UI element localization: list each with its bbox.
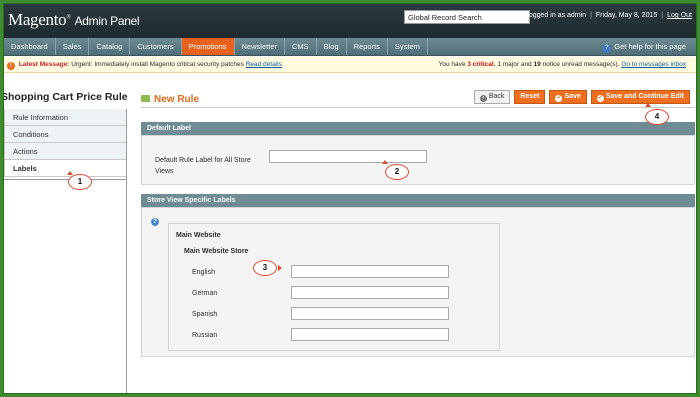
german-label-input[interactable] bbox=[291, 286, 449, 299]
callout-pointer-4 bbox=[645, 103, 651, 107]
admin-header: Magento® Admin Panel Logged in as admin|… bbox=[4, 4, 696, 38]
default-label-heading: Default Label bbox=[141, 122, 695, 135]
page-title-text: New Rule bbox=[154, 94, 200, 105]
save-button[interactable]: ✓ Save bbox=[549, 90, 587, 104]
tab-labels[interactable]: Labels bbox=[4, 160, 126, 177]
callout-4: 4 bbox=[645, 109, 669, 125]
summary-prefix: You have bbox=[438, 61, 466, 68]
latest-message-label: Latest Message: bbox=[18, 61, 70, 68]
magento-logo[interactable]: Magento® Admin Panel bbox=[8, 10, 140, 30]
callout-pointer-1 bbox=[67, 171, 73, 175]
spanish-label-input[interactable] bbox=[291, 307, 449, 320]
critical-label: critical bbox=[472, 61, 494, 68]
major-text: , 1 major and bbox=[493, 61, 532, 68]
save-check-icon: ✓ bbox=[555, 95, 563, 102]
nav-item-sales[interactable]: Sales bbox=[56, 38, 90, 55]
user-info: Logged in as admin | Friday, May 8, 2015 | L… bbox=[525, 12, 692, 19]
admin-window: Magento® Admin Panel Logged in as admin|… bbox=[3, 3, 697, 394]
page-title: New Rule bbox=[141, 94, 199, 105]
default-rule-label-caption: Default Rule Label for All Store Views bbox=[155, 157, 251, 175]
callout-pointer-2 bbox=[382, 160, 388, 164]
global-search-input[interactable] bbox=[404, 10, 530, 24]
tab-actions[interactable]: Actions bbox=[4, 143, 126, 160]
save-continue-check-icon: ✓ bbox=[596, 95, 604, 102]
separator: | bbox=[590, 12, 592, 19]
system-message-bar: ! Latest Message: Urgent: Immediately in… bbox=[4, 57, 696, 73]
language-label-spanish: Spanish bbox=[192, 311, 218, 318]
separator: | bbox=[661, 12, 664, 19]
logo-sub-text: Admin Panel bbox=[74, 14, 140, 28]
back-button[interactable]: ‹ Back bbox=[473, 90, 511, 104]
website-name: Main Website bbox=[176, 232, 221, 239]
action-buttons: ‹ Back Reset ✓ Save ✓ Save and Continue Edi… bbox=[473, 90, 690, 104]
latest-message-text: Urgent: Immediately install Magento crit… bbox=[71, 61, 244, 68]
sidebar-title: Shopping Cart Price Rule bbox=[3, 91, 128, 103]
nav-item-system[interactable]: System bbox=[388, 38, 428, 55]
content-divider bbox=[141, 107, 695, 108]
read-details-link[interactable]: Read details bbox=[246, 61, 282, 68]
save-continue-button[interactable]: ✓ Save and Continue Edit bbox=[590, 90, 690, 104]
info-icon: ? bbox=[151, 218, 159, 226]
nav-item-cms[interactable]: CMS bbox=[285, 38, 317, 55]
main-nav: Dashboard Sales Catalog Customers Promot… bbox=[4, 38, 696, 56]
logo-main-text: Magento bbox=[8, 10, 67, 29]
store-view-labels-heading: Store View Specific Labels bbox=[141, 194, 695, 207]
nav-item-blog[interactable]: Blog bbox=[317, 38, 347, 55]
store-frame: Main Website Main Website Store English … bbox=[168, 223, 500, 351]
nav-item-customers[interactable]: Customers bbox=[130, 38, 182, 55]
store-view-labels-section: ? Main Website Main Website Store Englis… bbox=[141, 207, 695, 357]
rule-icon bbox=[141, 95, 150, 102]
tab-rule-information[interactable]: Rule Information bbox=[4, 109, 126, 126]
reset-button[interactable]: Reset bbox=[514, 90, 546, 104]
sidebar-border bbox=[126, 109, 127, 393]
callout-2: 2 bbox=[385, 164, 409, 180]
critical-count: 3 bbox=[467, 61, 471, 68]
nav-item-newsletter[interactable]: Newsletter bbox=[235, 38, 285, 55]
tab-conditions[interactable]: Conditions bbox=[4, 126, 126, 143]
nav-item-dashboard[interactable]: Dashboard bbox=[4, 38, 56, 55]
help-text: Get help for this page bbox=[614, 42, 686, 51]
trademark-mark: ® bbox=[66, 14, 71, 21]
english-label-input[interactable] bbox=[291, 265, 449, 278]
back-arrow-icon: ‹ bbox=[479, 95, 487, 102]
language-label-german: German bbox=[192, 290, 218, 297]
language-label-english: English bbox=[192, 269, 215, 276]
notice-text: notice unread message(s). bbox=[542, 61, 620, 68]
language-label-russian: Russian bbox=[192, 332, 218, 339]
notice-count: 19 bbox=[533, 61, 541, 68]
callout-pointer-3 bbox=[278, 265, 282, 271]
date-text: Friday, May 8, 2015 bbox=[595, 12, 658, 19]
store-name: Main Website Store bbox=[184, 248, 249, 255]
nav-item-promotions[interactable]: Promotions bbox=[181, 38, 235, 55]
russian-label-input[interactable] bbox=[291, 328, 449, 341]
help-icon: ? bbox=[602, 44, 612, 53]
messages-inbox-link[interactable]: Go to messages inbox bbox=[621, 61, 686, 68]
back-label: Back bbox=[488, 93, 505, 100]
sidebar-tabs: Rule Information Conditions Actions Labe… bbox=[4, 109, 126, 177]
save-continue-label: Save and Continue Edit bbox=[605, 93, 684, 100]
sidebar-divider bbox=[4, 179, 126, 180]
help-link[interactable]: ? Get help for this page bbox=[602, 38, 686, 56]
logout-link[interactable]: Log Out bbox=[667, 12, 692, 19]
nav-item-reports[interactable]: Reports bbox=[347, 38, 388, 55]
message-summary: You have 3 critical, 1 major and 19 noti… bbox=[439, 57, 686, 73]
default-rule-label-input[interactable] bbox=[269, 150, 427, 163]
callout-1: 1 bbox=[68, 174, 92, 190]
logged-in-text: Logged in as admin bbox=[524, 12, 587, 19]
callout-3: 3 bbox=[253, 260, 277, 276]
warning-icon: ! bbox=[7, 62, 15, 70]
save-label: Save bbox=[564, 93, 581, 100]
nav-item-catalog[interactable]: Catalog bbox=[89, 38, 131, 55]
default-label-section: Default Rule Label for All Store Views bbox=[141, 135, 695, 185]
